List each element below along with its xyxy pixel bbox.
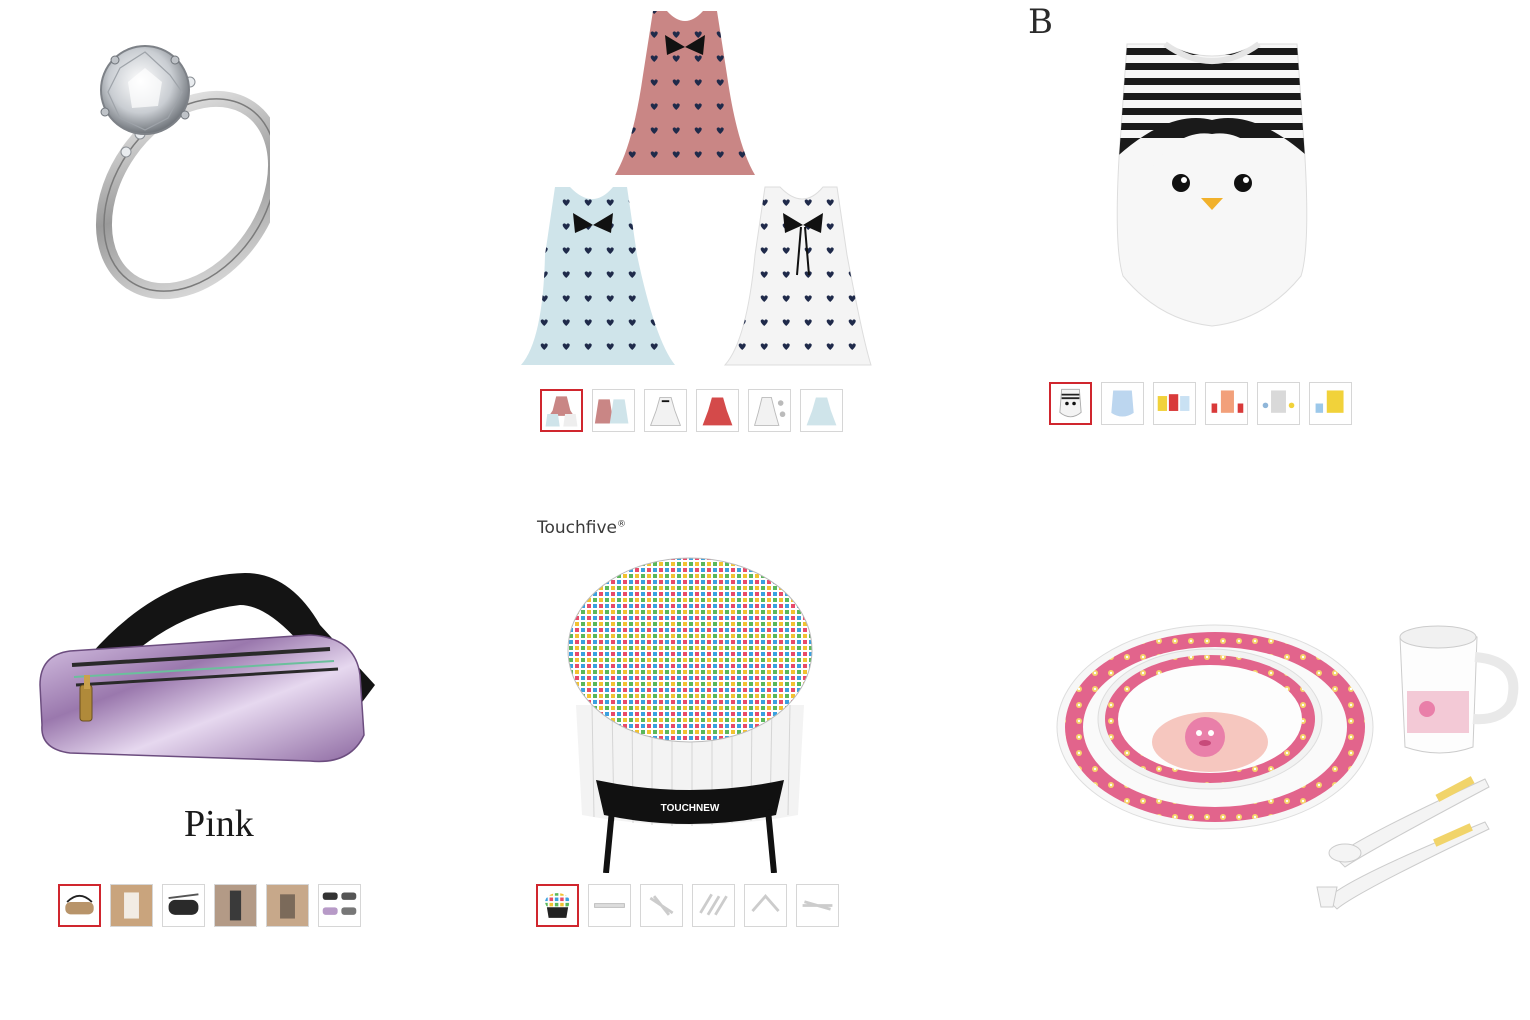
markers-thumbnail[interactable] [744,884,787,927]
romper-thumbnail[interactable] [1309,382,1352,425]
fanny-pack-thumbnail[interactable] [318,884,361,927]
dresses-thumbnail[interactable] [696,389,739,432]
fanny-pack-thumbnail[interactable] [58,884,101,927]
romper-thumbnail[interactable] [1205,382,1248,425]
product-variant-letter: B [1028,2,1053,42]
kids-tableware-set-image [1056,624,1519,910]
product-dresses[interactable] [515,5,875,370]
dresses-thumbnail[interactable] [644,389,687,432]
markers-thumbnail[interactable] [692,884,735,927]
color-label: Pink [184,803,254,845]
markers-thumbnail-strip [536,884,839,927]
marker-bag-logo: TOUCHNEW [661,803,720,814]
romper-thumbnail[interactable] [1049,382,1092,425]
three-girls-dresses-image [521,11,872,366]
romper-thumbnail[interactable] [1257,382,1300,425]
dresses-thumbnail[interactable] [800,389,843,432]
product-markers[interactable]: TOUCHNEW [562,555,818,874]
fanny-pack-thumbnail[interactable] [214,884,257,927]
fanny-pack-thumbnail[interactable] [162,884,205,927]
penguin-romper-image [1116,41,1308,327]
romper-thumbnail[interactable] [1101,382,1144,425]
product-fanny-pack[interactable] [30,565,400,765]
markers-thumbnail[interactable] [640,884,683,927]
product-romper[interactable] [1105,38,1320,333]
fanny-pack-thumbnail-strip [58,884,361,927]
markers-thumbnail[interactable] [588,884,631,927]
fanny-pack-thumbnail[interactable] [266,884,309,927]
marker-set-image: TOUCHNEW [567,557,813,874]
diamond-ring-image [95,45,285,300]
romper-thumbnail[interactable] [1153,382,1196,425]
markers-thumbnail[interactable] [536,884,579,927]
romper-thumbnail-strip [1049,382,1352,425]
brand-name: Touchfive® [537,518,626,538]
dresses-thumbnail-strip [540,389,843,432]
product-ring[interactable] [40,30,285,300]
dresses-thumbnail[interactable] [540,389,583,432]
dresses-thumbnail[interactable] [748,389,791,432]
brand-text: Touchfive [537,518,618,538]
markers-thumbnail[interactable] [796,884,839,927]
dresses-thumbnail[interactable] [592,389,635,432]
pink-fanny-pack-image [39,573,375,763]
registered-mark: ® [617,519,627,530]
product-tableware[interactable] [1055,617,1530,912]
fanny-pack-thumbnail[interactable] [110,884,153,927]
